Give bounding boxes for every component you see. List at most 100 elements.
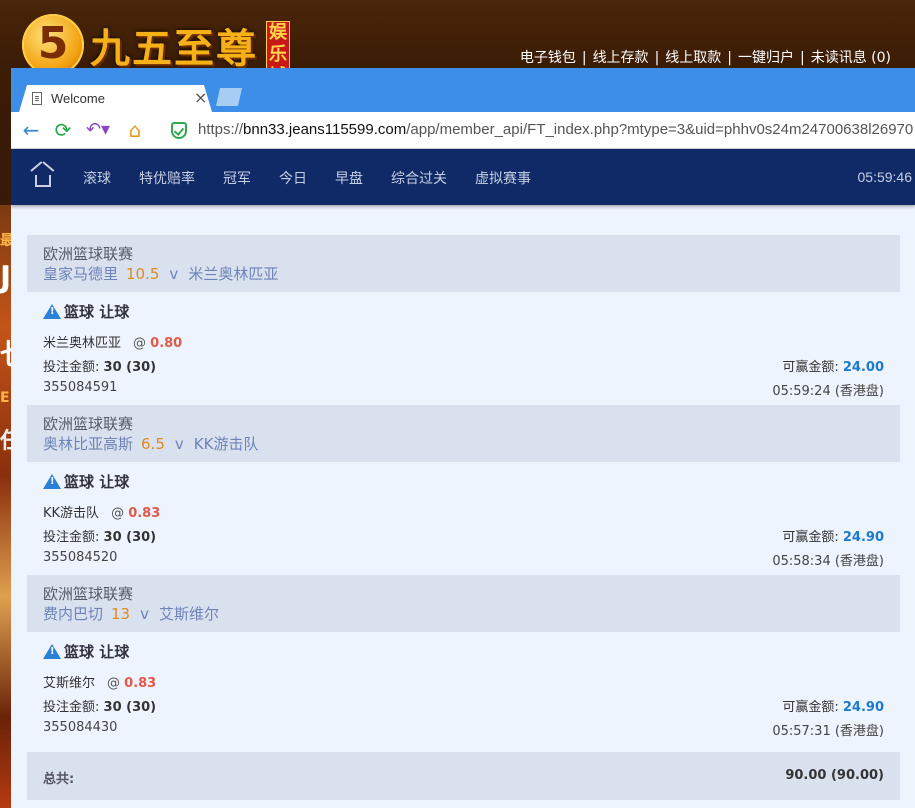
potential-win: 可赢金额: 24.90 [782, 696, 884, 715]
match-teams: 奥林比亚高斯 6.5 v KK游击队 [43, 434, 884, 455]
league-name: 欧洲篮球联赛 [43, 585, 134, 603]
win-label: 可赢金额: [782, 700, 839, 715]
away-team: 艾斯维尔 [159, 605, 220, 623]
bet-detail: 篮球 让球 米兰奥林匹亚 @ 0.80 投注金额: 30 (30) 可赢金额: 2… [27, 292, 900, 405]
browser-home-icon[interactable]: ⌂ [123, 118, 147, 142]
site-logo[interactable]: 5 九五至尊 娱乐城 [22, 14, 290, 76]
stake-label: 投注金额: [43, 530, 100, 545]
potential-win: 可赢金额: 24.90 [782, 526, 884, 545]
strip-char: J [0, 260, 12, 295]
win-label: 可赢金额: [782, 360, 839, 375]
link-unread-messages[interactable]: 未读讯息 (0) [811, 50, 891, 66]
at-sign: @ [107, 676, 121, 691]
bet-type-label: 篮球 让球 [64, 473, 130, 491]
vs-label: v [169, 265, 179, 283]
pick-team: KK游击队 [43, 506, 100, 521]
clock: 05:59:46 [857, 169, 913, 185]
tab-welcome[interactable]: Welcome × [19, 85, 212, 112]
nav-item-special-odds[interactable]: 特优赔率 [139, 168, 195, 188]
odds: 0.80 [150, 336, 183, 351]
ticket-id: 355084430 [43, 720, 118, 735]
home-team: 皇家马德里 [43, 265, 119, 283]
ticket-id: 355084520 [43, 550, 118, 565]
handicap: 6.5 [141, 435, 165, 453]
at-sign: @ [133, 336, 147, 351]
link-e-wallet[interactable]: 电子钱包 [520, 50, 576, 66]
bet-type-label: 篮球 让球 [64, 303, 130, 321]
win-amount: 24.90 [842, 700, 884, 715]
total-value: 90.00 (90.00) [785, 768, 884, 783]
pick-team: 艾斯维尔 [43, 676, 96, 691]
league-name: 欧洲篮球联赛 [43, 415, 134, 433]
url-host: bnn33.jeans115599.com [243, 121, 407, 138]
bet-pick: KK游击队 @ 0.83 [43, 502, 160, 521]
document-icon [32, 92, 42, 105]
league-name: 欧洲篮球联赛 [43, 245, 134, 263]
win-amount: 24.90 [842, 530, 884, 545]
total-row: 总共: 90.00 (90.00) [27, 752, 900, 800]
stake: 投注金额: 30 (30) [43, 526, 156, 545]
refresh-icon[interactable]: ⟳ [51, 118, 75, 142]
vs-label: v [140, 605, 149, 623]
bet-detail: 篮球 让球 艾斯维尔 @ 0.83 投注金额: 30 (30) 可赢金额: 24.… [27, 632, 900, 745]
link-deposit[interactable]: 线上存款 [593, 50, 649, 66]
nav-item-in-play[interactable]: 滚球 [83, 168, 111, 188]
tab-strip: Welcome × [11, 68, 915, 112]
logo-emblem: 5 [22, 14, 84, 76]
logo-tag: 娱乐城 [266, 21, 290, 69]
bet-pick: 艾斯维尔 @ 0.83 [43, 672, 156, 691]
address-bar: ← ⟳ ↶▾ ⌂ https://bnn33.jeans115599.com/a… [11, 112, 915, 149]
undo-icon[interactable]: ↶▾ [83, 118, 113, 142]
bet-type: 篮球 让球 [43, 471, 129, 492]
stake: 投注金额: 30 (30) [43, 696, 156, 715]
potential-win: 可赢金额: 24.00 [782, 356, 884, 375]
home-team: 费内巴切 [43, 605, 104, 623]
stake-label: 投注金额: [43, 360, 100, 375]
link-one-click-transfer[interactable]: 一键归户 [738, 50, 794, 66]
win-amount: 24.00 [842, 360, 884, 375]
warning-icon [43, 644, 61, 659]
bet-time: 05:59:24 (香港盘) [772, 384, 884, 399]
tab-title: Welcome [51, 91, 105, 106]
close-icon[interactable]: × [194, 88, 207, 107]
bet-type-label: 篮球 让球 [64, 643, 130, 661]
sports-nav-bar: 滚球 特优赔率 冠军 今日 早盘 综合过关 虚拟赛事 05:59:46 [11, 149, 915, 205]
back-arrow-icon[interactable]: ← [19, 118, 43, 142]
match-header: 欧洲篮球联赛 皇家马德里 10.5 v 米兰奥林匹亚 [27, 235, 900, 292]
match-header: 欧洲篮球联赛 费内巴切 13 v 艾斯维尔 [27, 575, 900, 632]
url-scheme: https:// [198, 121, 244, 138]
nav-item-virtual[interactable]: 虚拟赛事 [475, 168, 531, 188]
bet-list: 欧洲篮球联赛 皇家马德里 10.5 v 米兰奥林匹亚 篮球 让球 米兰奥林匹亚 @ 0.… [27, 235, 900, 800]
warning-icon [43, 474, 61, 489]
nav-item-parlay[interactable]: 综合过关 [391, 168, 447, 188]
bet-time: 05:57:31 (香港盘) [772, 724, 884, 739]
url-path: /app/member_api/FT_index.php?mtype=3&uid… [406, 121, 914, 138]
handicap: 13 [111, 605, 131, 623]
new-tab-button[interactable] [216, 88, 242, 106]
nav-item-early[interactable]: 早盘 [335, 168, 363, 188]
at-sign: @ [111, 506, 125, 521]
secure-shield-icon[interactable] [171, 122, 187, 139]
logo-text: 九五至尊 [90, 26, 258, 72]
match-header: 欧洲篮球联赛 奥林比亚高斯 6.5 v KK游击队 [27, 405, 900, 462]
bet-detail: 篮球 让球 KK游击队 @ 0.83 投注金额: 30 (30) 可赢金额: 24… [27, 462, 900, 575]
nav-item-today[interactable]: 今日 [279, 168, 307, 188]
site-top-links: 电子钱包 | 线上存款 | 线上取款 | 一键归户 | 未读讯息 (0) [519, 50, 891, 66]
stake-amount: 30 (30) [103, 700, 157, 715]
nav-item-outrights[interactable]: 冠军 [223, 168, 251, 188]
strip-char: E [0, 390, 10, 406]
link-withdraw[interactable]: 线上取款 [665, 50, 721, 66]
home-icon[interactable] [30, 161, 55, 187]
home-team: 奥林比亚高斯 [43, 435, 134, 453]
odds: 0.83 [128, 506, 161, 521]
away-team: KK游击队 [193, 435, 259, 453]
url-input[interactable]: https://bnn33.jeans115599.com/app/member… [198, 121, 913, 138]
odds: 0.83 [124, 676, 157, 691]
bet-time: 05:58:34 (香港盘) [772, 554, 884, 569]
pick-team: 米兰奥林匹亚 [43, 336, 122, 351]
stake-label: 投注金额: [43, 700, 100, 715]
win-label: 可赢金额: [782, 530, 839, 545]
stake-amount: 30 (30) [103, 360, 157, 375]
total-label: 总共: [43, 772, 75, 787]
match-teams: 皇家马德里 10.5 v 米兰奥林匹亚 [43, 264, 884, 285]
